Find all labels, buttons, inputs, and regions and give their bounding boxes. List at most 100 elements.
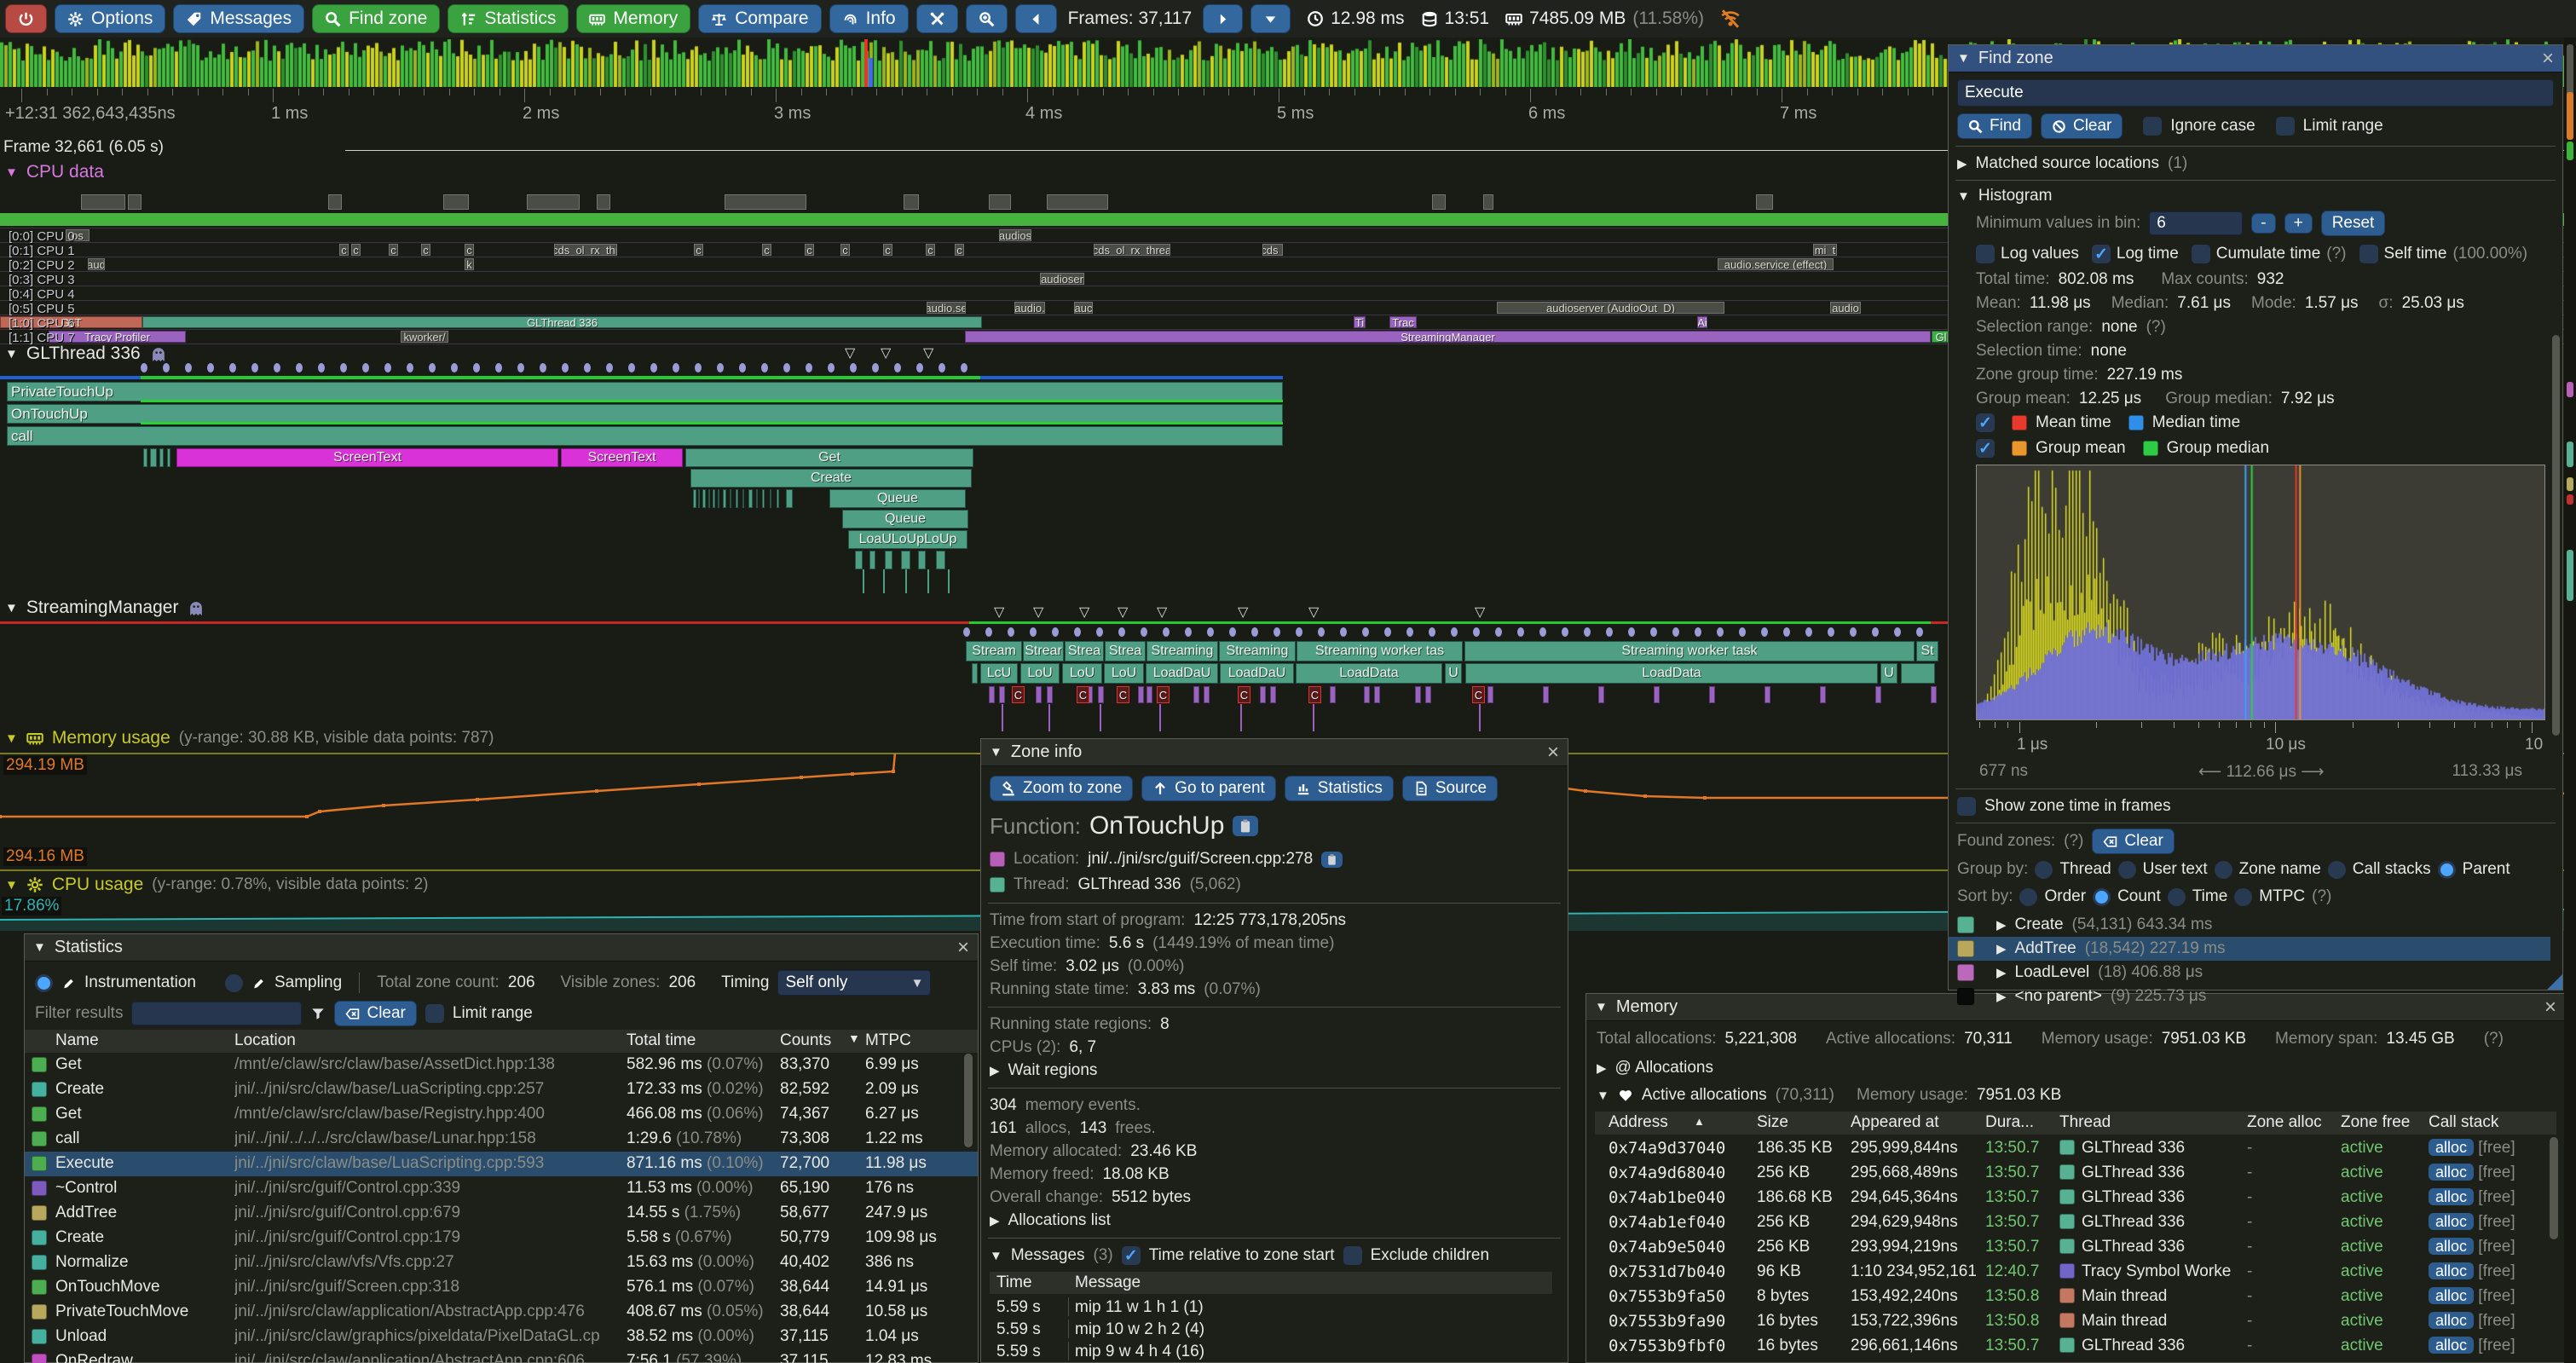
zone-bar-fragment[interactable] — [708, 489, 710, 508]
alloc-callstack-button[interactable]: alloc — [2429, 1188, 2474, 1205]
cpu-zone-audio.[interactable]: audio. — [1014, 302, 1045, 314]
limit-range-checkbox[interactable] — [425, 1004, 444, 1023]
cpu-zone-Ai[interactable]: Ai — [1697, 316, 1707, 328]
histogram-plot[interactable] — [1976, 465, 2545, 720]
table-row[interactable]: 0x7553b9fa9016 bytes153,722,396ns13:50.8… — [1595, 1309, 2556, 1334]
zone-bar-St[interactable]: St — [1916, 641, 1938, 661]
cpu-zone-audio.service (effect)[interactable]: audio.service (effect) — [1718, 258, 1834, 270]
zone-bar-LoaULoUpLoUp[interactable]: LoaULoUpLoUp — [848, 530, 967, 549]
collapsed-zone-marker[interactable]: ▽ — [845, 344, 855, 361]
found-zone-group[interactable]: ▶Create(54,131) 643.34 ms — [1949, 913, 2550, 937]
mean-median-checkbox[interactable]: ✓ — [1976, 413, 1995, 432]
log-values-checkbox[interactable] — [1976, 245, 1995, 263]
stats-scrollbar-thumb[interactable] — [964, 1054, 973, 1147]
zone-bar-fragment[interactable] — [936, 551, 945, 569]
zone-bar-Streaming[interactable]: Streaming — [1146, 641, 1218, 661]
zone-bar-Streaming worker task[interactable]: Streaming worker task — [1464, 641, 1915, 661]
zone-bar-LoadData[interactable]: LoadData — [1296, 663, 1442, 684]
found-zone-group[interactable]: ▶LoadLevel(18) 406.88 μs — [1949, 961, 2550, 985]
message-marker[interactable]: ▽ — [1238, 604, 1248, 621]
increase-button[interactable]: + — [2284, 213, 2313, 234]
table-row[interactable]: 0x7553b9fbf016 bytes296,661,146ns13:50.7… — [1595, 1334, 2556, 1359]
power-button[interactable] — [5, 4, 47, 33]
statistics-panel-title[interactable]: ▼Statistics× — [25, 934, 978, 962]
next-frame-button[interactable] — [1203, 4, 1243, 33]
decrease-button[interactable]: - — [2251, 213, 2275, 234]
cpu-zone-cds_ol_rx_threa[interactable]: cds_ol_rx_threa — [1094, 244, 1170, 256]
frame-dropdown-button[interactable] — [1250, 4, 1291, 33]
table-row[interactable]: 0x74a9d68040256 KB295,668,489ns13:50.7GL… — [1595, 1161, 2556, 1186]
cancelled-zone[interactable]: C — [1472, 686, 1485, 703]
cumulate-time-checkbox[interactable] — [2192, 245, 2210, 263]
column-header-counts[interactable]: Counts — [780, 1031, 831, 1050]
zone-bar-fragment[interactable] — [972, 663, 978, 684]
column-header-mtpc[interactable]: MTPC — [865, 1031, 911, 1050]
message-marker[interactable]: ▽ — [1308, 604, 1319, 621]
memory-scrollbar-thumb[interactable] — [2550, 1137, 2558, 1239]
cpu-zone-mi_t[interactable]: mi_t — [1813, 244, 1837, 256]
group-by-zone-name[interactable] — [2215, 861, 2232, 879]
tools-button[interactable] — [916, 4, 958, 33]
cpu-zone-c[interactable]: c — [389, 244, 398, 256]
table-row[interactable]: 0x74ab1ef040256 KB294,629,948ns13:50.7GL… — [1595, 1210, 2556, 1235]
zone-bar-LoadData[interactable]: LoadData — [1465, 663, 1878, 684]
message-row[interactable]: 5.59 smip 10 w 2 h 2 (4) — [990, 1318, 1552, 1340]
zone-bar-fragment[interactable] — [901, 551, 910, 569]
zone-bar-Strear[interactable]: Strear — [1023, 641, 1064, 661]
zone-bar-Streaming[interactable]: Streaming — [1219, 641, 1296, 661]
options-button[interactable]: Options — [55, 4, 165, 33]
zone-bar-LoU[interactable]: LoU — [1062, 663, 1102, 684]
group-by-call-stacks[interactable] — [2328, 861, 2346, 879]
zone-bar-fragment[interactable] — [869, 551, 875, 569]
message-row[interactable]: 5.59 smip 11 w 1 h 1 (1) — [990, 1296, 1552, 1318]
source-button[interactable]: Source — [1402, 776, 1498, 801]
cpu-zone-c[interactable]: c — [762, 244, 771, 256]
zone-bar-fragment[interactable] — [1901, 663, 1935, 684]
sort-by-mtpc[interactable] — [2234, 888, 2252, 906]
cpu-zone-GLThread 336[interactable]: GLThread 336 — [142, 316, 982, 328]
filter-input[interactable] — [131, 1002, 302, 1025]
zone-bar-LoadDaU[interactable]: LoadDaU — [1146, 663, 1218, 684]
cancelled-zone[interactable]: C — [1077, 686, 1089, 703]
column-header-thread[interactable]: Thread — [2059, 1113, 2111, 1132]
cpu-zone-audio[interactable]: audio — [1830, 302, 1861, 314]
table-row[interactable]: Executejni/../jni/src/claw/base/LuaScrip… — [25, 1152, 978, 1176]
zone-bar-fragment[interactable] — [713, 489, 715, 508]
zone-bar-ontouchup[interactable]: OnTouchUp — [7, 404, 1283, 424]
zone-bar-U[interactable]: U — [1445, 663, 1462, 684]
found-clear-button[interactable]: Clear — [2092, 829, 2174, 854]
zone-bar-fragment[interactable] — [698, 489, 700, 508]
compare-button[interactable]: Compare — [698, 4, 821, 33]
prev-frame-button[interactable] — [1015, 4, 1057, 33]
find-button[interactable]: Find — [1957, 113, 2032, 139]
group-by-thread[interactable] — [2035, 861, 2053, 879]
table-row[interactable]: OnTouchMovejni/../jni/src/guif/Screen.cp… — [25, 1275, 978, 1300]
zone-bar-fragment[interactable] — [786, 489, 793, 508]
table-row[interactable]: PrivateTouchMovejni/../jni/src/claw/appl… — [25, 1300, 978, 1325]
alloc-callstack-button[interactable]: alloc — [2429, 1262, 2474, 1279]
zone-bar-privatetouchup[interactable]: PrivateTouchUp — [7, 382, 1283, 401]
histogram-toggle-row[interactable]: ▼Histogram — [1957, 185, 2554, 207]
zone-bar-fragment[interactable] — [159, 448, 164, 467]
cpu-zone-cds_[interactable]: cds_ — [1262, 244, 1283, 256]
zone-bar-Strea[interactable]: Strea — [1105, 641, 1146, 661]
zone-bar-fragment[interactable] — [718, 489, 719, 508]
cancelled-zone[interactable]: C — [1238, 686, 1250, 703]
cpu-zone-c[interactable]: c — [883, 244, 892, 256]
cpu-zone-audios[interactable]: audios — [999, 229, 1031, 241]
alloc-callstack-button[interactable]: alloc — [2429, 1312, 2474, 1329]
message-marker[interactable]: ▽ — [1118, 604, 1128, 621]
alloc-callstack-button[interactable]: alloc — [2429, 1238, 2474, 1255]
column-header-location[interactable]: Location — [234, 1031, 296, 1050]
alloc-callstack-button[interactable]: alloc — [2429, 1287, 2474, 1304]
zone-bar-LcU[interactable]: LcU — [980, 663, 1018, 684]
stats-clear-button[interactable]: Clear — [334, 1001, 416, 1026]
table-row[interactable]: Get/mnt/e/claw/src/claw/base/Registry.hp… — [25, 1102, 978, 1127]
zone-bar-LoU[interactable]: LoU — [1020, 663, 1060, 684]
find-zone-button[interactable]: Find zone — [312, 4, 440, 33]
zone-bar-Queue[interactable]: Queue — [842, 510, 968, 528]
table-row[interactable]: Normalizejni/../jni/src/claw/vfs/Vfs.cpp… — [25, 1250, 978, 1275]
cpu-zone-c[interactable]: c — [694, 244, 703, 256]
alloc-callstack-button[interactable]: alloc — [2429, 1213, 2474, 1230]
copy-button[interactable] — [1233, 816, 1258, 836]
